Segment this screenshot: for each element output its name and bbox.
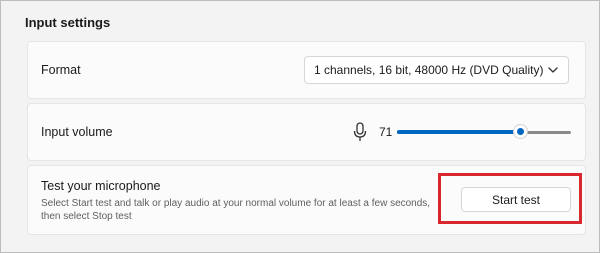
test-microphone-description: Select Start test and talk or play audio… bbox=[41, 198, 431, 222]
highlight-annotation: Start test bbox=[438, 173, 582, 224]
slider-fill bbox=[397, 130, 521, 134]
section-title: Input settings bbox=[25, 15, 111, 30]
chevron-down-icon bbox=[548, 67, 558, 73]
test-microphone-title: Test your microphone bbox=[41, 179, 161, 193]
format-dropdown[interactable]: 1 channels, 16 bit, 48000 Hz (DVD Qualit… bbox=[304, 56, 569, 84]
slider-thumb-dot bbox=[516, 128, 524, 135]
format-label: Format bbox=[41, 63, 81, 77]
microphone-icon bbox=[353, 122, 367, 141]
format-dropdown-value: 1 channels, 16 bit, 48000 Hz (DVD Qualit… bbox=[314, 63, 544, 77]
slider-thumb[interactable] bbox=[512, 124, 528, 139]
input-volume-row: Input volume 71 bbox=[27, 103, 586, 161]
input-volume-slider[interactable] bbox=[397, 124, 571, 140]
settings-panel: Input settings Format 1 channels, 16 bit… bbox=[0, 0, 600, 253]
input-volume-label: Input volume bbox=[41, 125, 113, 139]
format-row: Format 1 channels, 16 bit, 48000 Hz (DVD… bbox=[27, 41, 586, 99]
start-test-button[interactable]: Start test bbox=[461, 187, 571, 212]
input-volume-value: 71 bbox=[379, 125, 393, 139]
